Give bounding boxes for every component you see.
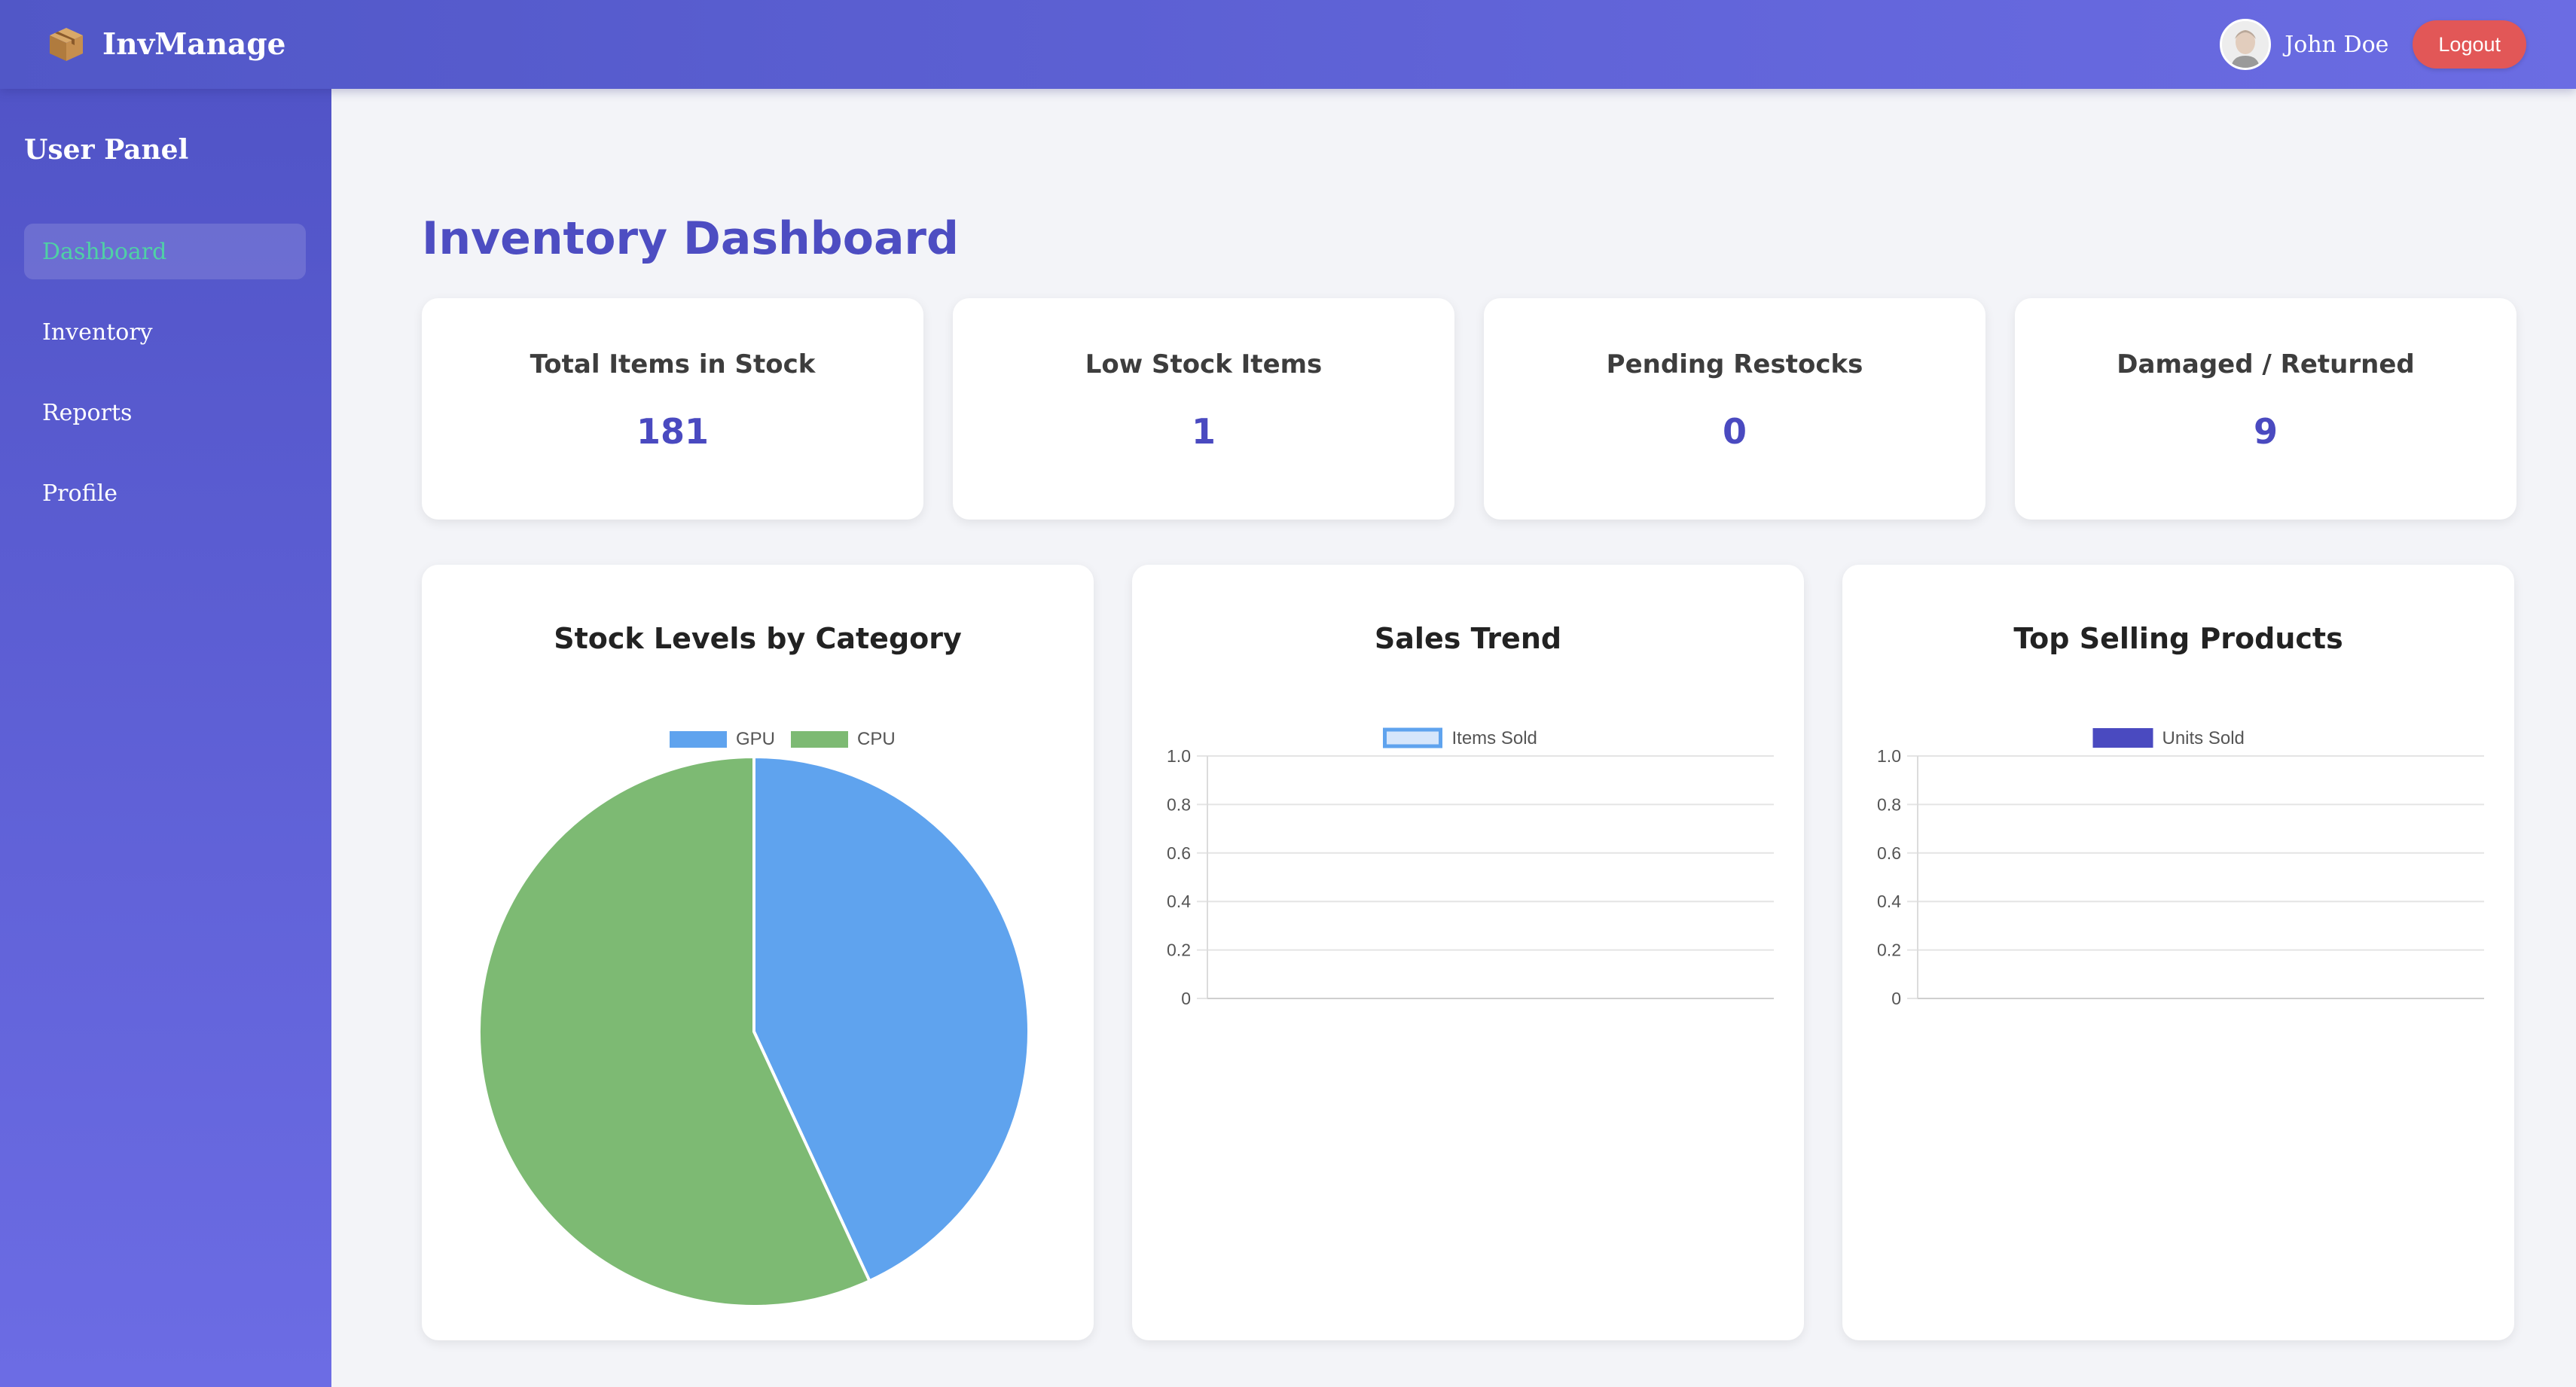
avatar[interactable] <box>2220 19 2272 70</box>
stat-label: Low Stock Items <box>1085 349 1323 380</box>
logout-button[interactable]: Logout <box>2413 20 2526 69</box>
brand-name: InvManage <box>102 27 286 62</box>
top-navbar: InvManage John Doe Logout <box>0 0 2576 89</box>
y-tick-label: 0.4 <box>1167 892 1191 911</box>
legend-label-cpu: CPU <box>857 729 896 749</box>
y-tick-label: 0.2 <box>1877 940 1901 960</box>
stat-label: Pending Restocks <box>1606 349 1863 380</box>
y-tick-label: 0.6 <box>1877 843 1901 863</box>
stat-value: 9 <box>2253 411 2278 452</box>
sidebar-item-profile[interactable]: Profile <box>24 465 306 521</box>
chart-card-stock-levels: Stock Levels by Category GPU CPU <box>422 565 1094 1340</box>
legend-swatch <box>2092 728 2153 748</box>
sidebar-title: User Panel <box>24 134 189 166</box>
legend-label: Units Sold <box>2162 728 2245 748</box>
line-chart: Items Sold 0 0.2 0.4 0.6 0.8 1.0 <box>1167 727 1774 1008</box>
y-tick-label: 0.6 <box>1167 843 1191 863</box>
y-tick-label: 0.4 <box>1877 892 1901 911</box>
user-menu: John Doe Logout <box>2220 18 2526 71</box>
y-tick-label: 1.0 <box>1877 746 1901 766</box>
pie-slices <box>478 754 1030 1308</box>
stat-card-total-items: Total Items in Stock 181 <box>422 298 923 520</box>
stat-card-low-stock: Low Stock Items 1 <box>953 298 1454 520</box>
sidebar-item-dashboard[interactable]: Dashboard <box>24 224 306 279</box>
stat-value: 181 <box>636 411 710 452</box>
stat-card-pending-restocks: Pending Restocks 0 <box>1484 298 1985 520</box>
sidebar-item-reports[interactable]: Reports <box>24 385 306 440</box>
y-tick-label: 0.2 <box>1167 940 1191 960</box>
brand[interactable]: InvManage <box>47 23 285 66</box>
chart-card-top-selling: Top Selling Products Units Sold 0 0.2 0.4 0.… <box>1842 565 2514 1340</box>
sidebar: User Panel Dashboard Inventory Reports P… <box>0 89 331 1387</box>
pie-legend: GPU CPU <box>670 729 896 749</box>
page-title: Inventory Dashboard <box>422 212 959 265</box>
y-tick-label: 0 <box>1181 989 1191 1008</box>
stat-label: Damaged / Returned <box>2117 349 2415 380</box>
legend-swatch-gpu <box>670 731 727 748</box>
y-tick-label: 0.8 <box>1877 794 1901 814</box>
legend-label-gpu: GPU <box>736 729 775 749</box>
legend-label: Items Sold <box>1452 728 1537 748</box>
chart-card-sales-trend: Sales Trend Items Sold 0 0.2 0.4 0.6 0.8 1.0 <box>1132 565 1804 1340</box>
legend-swatch <box>1383 727 1442 748</box>
y-tick-label: 0 <box>1891 989 1901 1008</box>
y-tick-label: 1.0 <box>1167 746 1191 766</box>
stat-card-damaged-returned: Damaged / Returned 9 <box>2015 298 2516 520</box>
stat-value: 0 <box>1722 411 1747 452</box>
user-name[interactable]: John Doe <box>2285 32 2388 58</box>
stat-value: 1 <box>1191 411 1216 452</box>
package-box-icon <box>47 25 86 64</box>
bar-chart: Units Sold 0 0.2 0.4 0.6 0.8 1.0 <box>1877 728 2484 1008</box>
legend-swatch-cpu <box>791 731 848 748</box>
sidebar-item-inventory[interactable]: Inventory <box>24 304 306 360</box>
stat-label: Total Items in Stock <box>530 349 816 380</box>
pie-chart: GPU CPU <box>478 729 1030 1308</box>
y-tick-label: 0.8 <box>1167 794 1191 814</box>
